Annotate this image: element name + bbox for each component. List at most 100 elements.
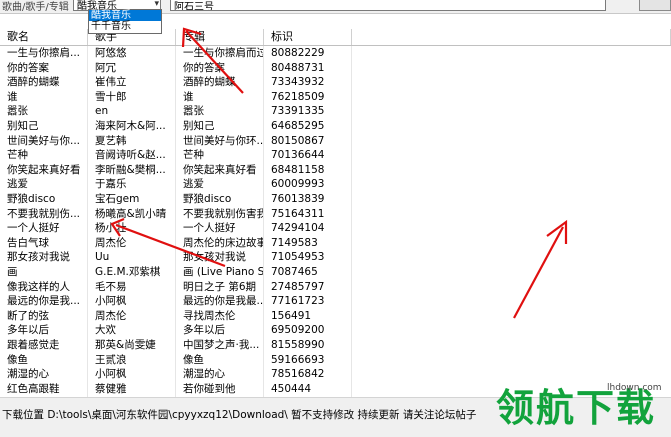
cell-song: 那女孩对我说 <box>0 250 88 265</box>
cell-filler <box>352 265 671 280</box>
search-input[interactable] <box>170 0 606 11</box>
table-row[interactable]: 跟着感觉走 那英&尚雯婕 中国梦之声·我... 81558990 <box>0 338 671 353</box>
table-row[interactable]: 世间美好与你... 夏艺韩 世间美好与你环... 80150867 <box>0 133 671 149</box>
search-type-label: 歌曲/歌手/专辑 <box>2 2 69 13</box>
column-header-song[interactable]: 歌名 <box>0 29 88 45</box>
cell-song: 野狼disco <box>0 192 88 207</box>
cell-album: 多年以后 <box>176 323 264 338</box>
dropdown-option-qianqian[interactable]: 千千音乐 <box>89 21 161 32</box>
cell-filler <box>352 148 671 163</box>
cell-filler <box>352 221 671 236</box>
cell-artist: 杨小壮 <box>88 221 176 236</box>
cell-filler <box>352 177 671 192</box>
cell-artist: 音阙诗听&赵... <box>88 148 176 163</box>
cell-song: 一生与你擦肩... <box>0 46 88 61</box>
chevron-down-icon: ▾ <box>154 0 159 9</box>
cell-filler <box>352 192 671 207</box>
cell-album: 寻找周杰伦 <box>176 308 264 324</box>
cell-id: 7149583 <box>264 235 352 251</box>
cell-filler <box>352 236 671 251</box>
cell-id: 78516842 <box>264 367 352 382</box>
cell-album: 周杰伦的床边故事 <box>176 235 264 251</box>
cell-artist: 周杰伦 <box>88 308 176 324</box>
table-row[interactable]: 不要我就别伤... 杨曦高&凯小晴 不要我就别伤害我 75164311 <box>0 206 671 222</box>
cell-album: 一个人挺好 <box>176 221 264 236</box>
cell-song: 酒醉的蝴蝶 <box>0 75 88 90</box>
cell-song: 红色高跟鞋 <box>0 381 88 397</box>
cell-artist: 毛不易 <box>88 279 176 295</box>
column-header-filler <box>352 29 671 45</box>
table-row[interactable]: 画G.E.M.邓紫棋画 (Live Piano S...7087465 <box>0 265 671 280</box>
table-row[interactable]: 芒种 音阙诗听&赵... 芒种 70136644 <box>0 148 671 163</box>
column-header-id[interactable]: 标识 <box>264 29 352 45</box>
table-row[interactable]: 逃爱 于嘉乐 逃爱 60009993 <box>0 177 671 192</box>
table-row[interactable]: 酒醉的蝴蝶 崔伟立 酒醉的蝴蝶 73343932 <box>0 75 671 90</box>
cell-id: 73391335 <box>264 104 352 119</box>
table-row[interactable]: 你的答案 阿冗 你的答案 80488731 <box>0 60 671 76</box>
table-row[interactable]: 像我这样的人 毛不易 明日之子 第6期 27485797 <box>0 279 671 295</box>
cell-song: 多年以后 <box>0 323 88 338</box>
cell-album: 酒醉的蝴蝶 <box>176 75 264 90</box>
cell-song: 你笑起来真好看 <box>0 162 88 178</box>
cell-artist: 雪十郎 <box>88 89 176 105</box>
cell-id: 73343932 <box>264 75 352 90</box>
cell-artist: en <box>88 104 176 119</box>
table-row[interactable]: 告白气球 周杰伦 周杰伦的床边故事 7149583 <box>0 235 671 251</box>
cell-id: 80488731 <box>264 60 352 76</box>
table-row[interactable]: 断了的弦 周杰伦 寻找周杰伦 156491 <box>0 308 671 324</box>
cell-id: 80882229 <box>264 46 352 61</box>
table-row[interactable]: 最远的你是我... 小阿枫 最远的你是我最... 77161723 <box>0 294 671 309</box>
cell-id: 75164311 <box>264 206 352 222</box>
cell-filler <box>352 90 671 105</box>
table-row[interactable]: 一个人挺好 杨小壮 一个人挺好 74294104 <box>0 221 671 236</box>
cell-artist: 夏艺韩 <box>88 133 176 149</box>
search-button[interactable] <box>639 0 671 11</box>
table-row[interactable]: 一生与你擦肩... 阿悠悠 一生与你擦肩而过 80882229 <box>0 46 671 61</box>
cell-song: 你的答案 <box>0 60 88 76</box>
cell-album: 嚣张 <box>176 104 264 119</box>
cell-id: 76218509 <box>264 89 352 105</box>
table-row[interactable]: 多年以后 大欢 多年以后 69509200 <box>0 323 671 338</box>
cell-album: 最远的你是我最... <box>176 294 264 309</box>
table-row[interactable]: 那女孩对我说 Uu 那女孩对我说 71054953 <box>0 250 671 265</box>
cell-song: 像我这样的人 <box>0 279 88 295</box>
cell-song: 世间美好与你... <box>0 133 88 149</box>
cell-artist: 于嘉乐 <box>88 177 176 192</box>
cell-album: 那女孩对我说 <box>176 250 264 265</box>
table-row[interactable]: 你笑起来真好看 李昕融&樊桐... 你笑起来真好看 68481158 <box>0 162 671 178</box>
cell-filler <box>352 134 671 149</box>
table-row[interactable]: 谁雪十郎谁 76218509 <box>0 89 671 105</box>
cell-artist: 小阿枫 <box>88 294 176 309</box>
table-row[interactable]: 别知己 海来阿木&阿... 别知己 64685295 <box>0 119 671 134</box>
download-location-text: 下载位置 D:\tools\桌面\河东软件园\cpyyxzq12\Downloa… <box>2 409 477 421</box>
cell-album: 别知己 <box>176 119 264 134</box>
cell-id: 156491 <box>264 308 352 324</box>
dropdown-option-kuwo[interactable]: 酷我音乐 <box>89 10 161 21</box>
cell-id: 76013839 <box>264 192 352 207</box>
cell-song: 像鱼 <box>0 352 88 368</box>
cell-id: 70136644 <box>264 148 352 163</box>
cell-id: 450444 <box>264 381 352 397</box>
cell-song: 谁 <box>0 89 88 105</box>
cell-id: 60009993 <box>264 177 352 192</box>
cell-album: 逃爱 <box>176 177 264 192</box>
music-source-dropdown: 酷我音乐 千千音乐 <box>88 9 162 34</box>
cell-filler <box>352 309 671 324</box>
cell-album: 像鱼 <box>176 352 264 368</box>
cell-song: 最远的你是我... <box>0 294 88 309</box>
table-row[interactable]: 嚣张 en 嚣张 73391335 <box>0 104 671 119</box>
cell-id: 74294104 <box>264 221 352 236</box>
table-row[interactable]: 野狼disco 宝石gem 野狼disco 76013839 <box>0 192 671 207</box>
cell-filler <box>352 61 671 76</box>
cell-artist: 王贰浪 <box>88 352 176 368</box>
cell-song: 逃爱 <box>0 177 88 192</box>
cell-song: 别知己 <box>0 119 88 134</box>
watermark-url: lhdown.com <box>607 383 662 393</box>
cell-id: 7087465 <box>264 265 352 280</box>
cell-album: 潮湿的心 <box>176 367 264 382</box>
cell-song: 断了的弦 <box>0 308 88 324</box>
column-header-album[interactable]: 专辑 <box>176 29 264 45</box>
table-row[interactable]: 像鱼 王贰浪 像鱼 59166693 <box>0 352 671 368</box>
cell-filler <box>352 280 671 295</box>
cell-album: 野狼disco <box>176 192 264 207</box>
